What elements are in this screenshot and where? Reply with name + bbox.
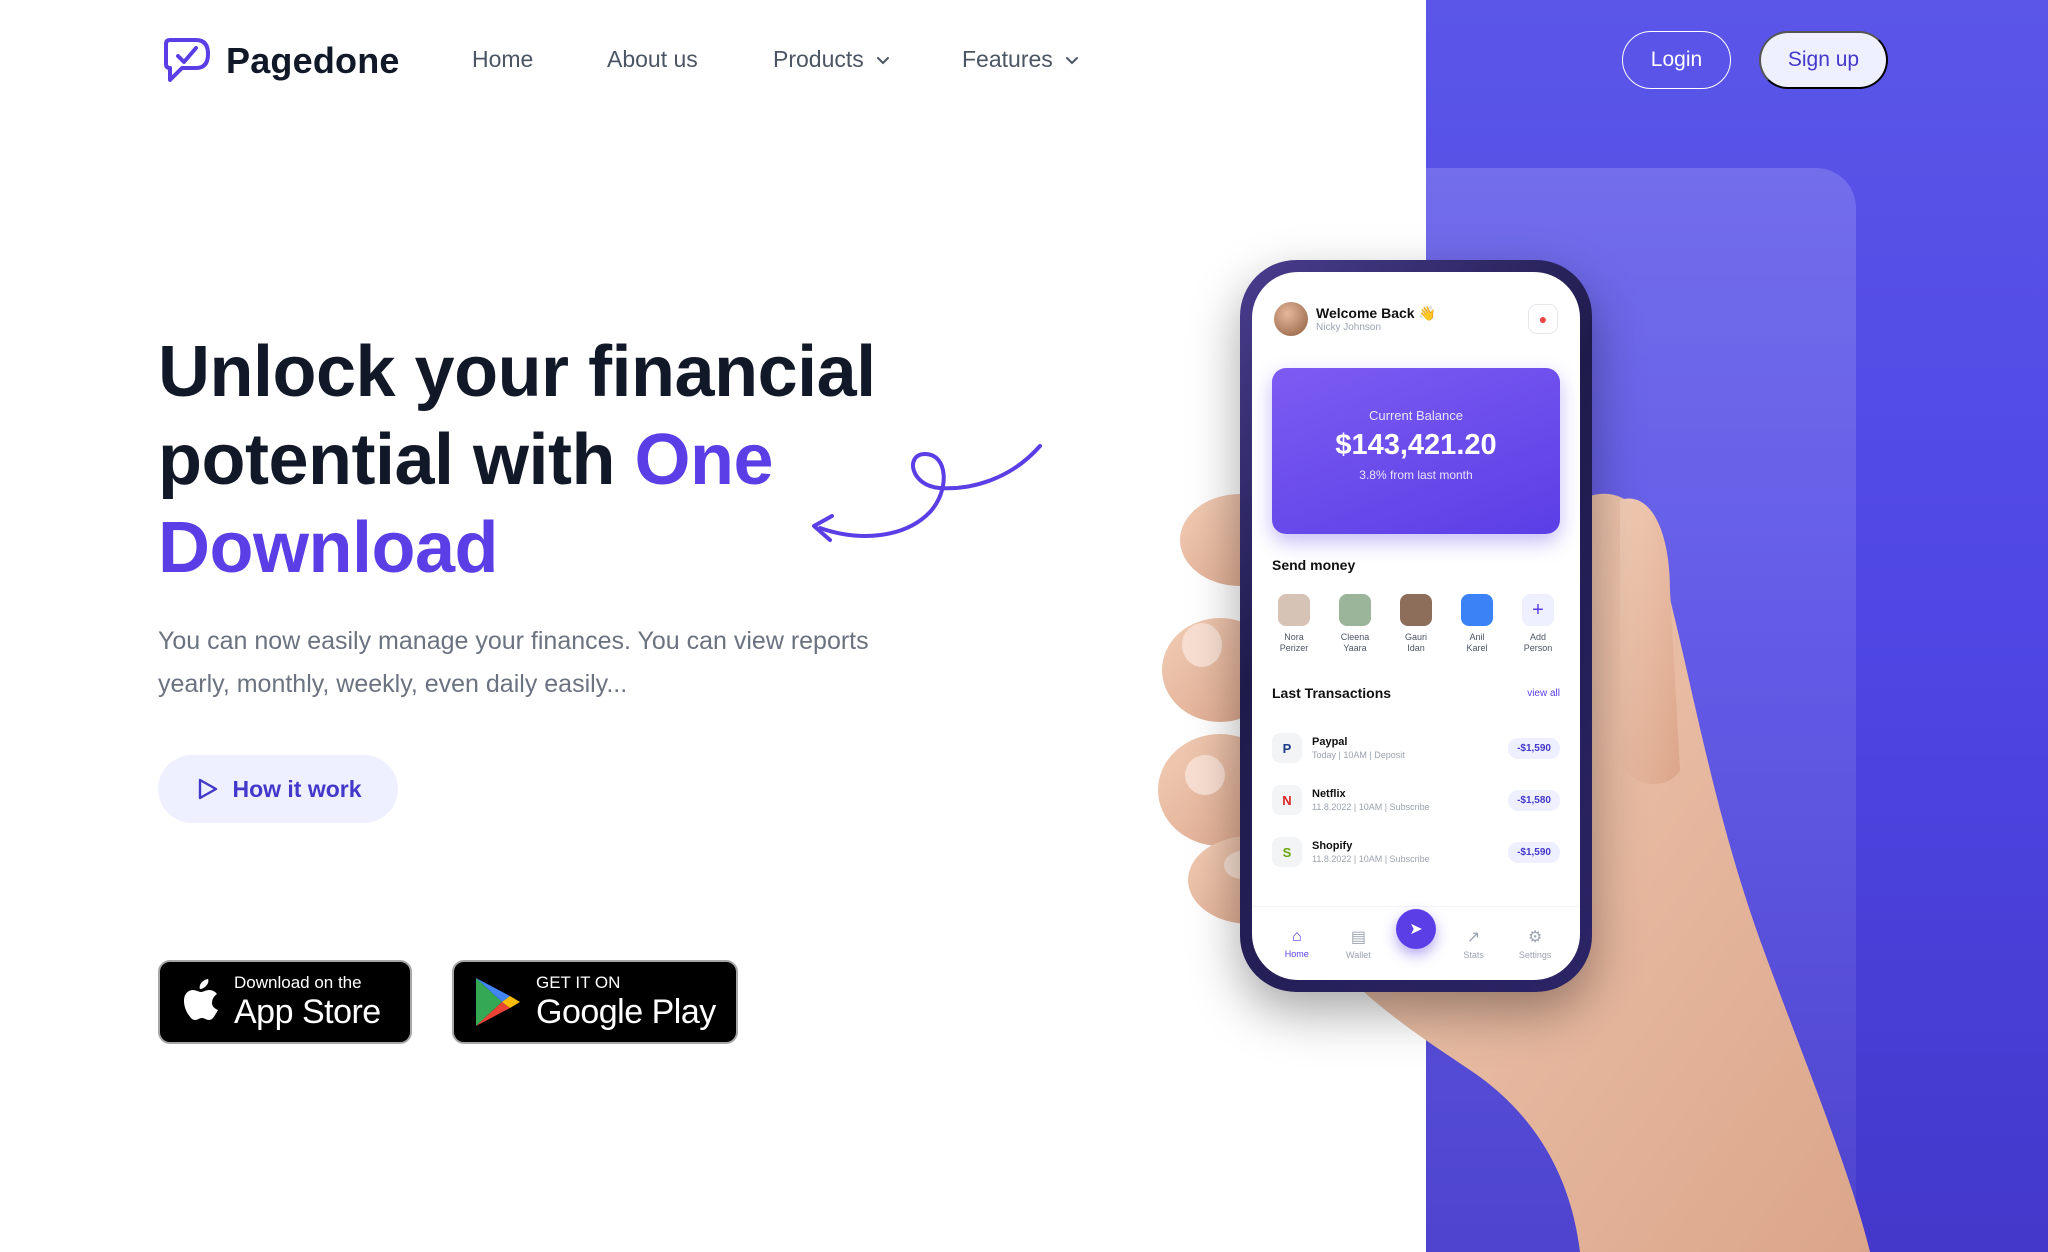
person-cleena[interactable]: Cleena Yaara xyxy=(1331,594,1379,654)
hero-description: You can now easily manage your finances.… xyxy=(158,627,869,698)
stats-icon: ↗ xyxy=(1466,929,1481,946)
tab-wallet-label: Wallet xyxy=(1346,950,1371,960)
person-last-name: Idan xyxy=(1407,643,1425,653)
nav-features[interactable]: Features xyxy=(962,46,1081,73)
transaction-amount: -$1,580 xyxy=(1508,789,1560,811)
person-gauri[interactable]: Gauri Idan xyxy=(1392,594,1440,654)
signup-button[interactable]: Sign up xyxy=(1759,31,1888,89)
home-icon: ⌂ xyxy=(1291,928,1302,945)
google-play-icon xyxy=(476,978,520,1026)
transaction-row[interactable]: P Paypal Today | 10AM | Deposit -$1,590 xyxy=(1272,722,1560,774)
transaction-meta: Today | 10AM | Deposit xyxy=(1312,750,1405,760)
transaction-name: Netflix xyxy=(1312,788,1346,800)
hero-title-accent-one: One xyxy=(634,420,773,500)
person-last-name: Perizer xyxy=(1279,643,1309,653)
google-play-small-text: GET IT ON xyxy=(536,973,621,992)
nav-about[interactable]: About us xyxy=(607,46,698,73)
nav-features-label: Features xyxy=(962,46,1053,72)
person-last-name: Yaara xyxy=(1343,643,1367,653)
person-avatar xyxy=(1339,594,1371,626)
tab-home[interactable]: ⌂ Home xyxy=(1273,928,1321,959)
tab-stats[interactable]: ↗ Stats xyxy=(1450,927,1498,960)
login-button[interactable]: Login xyxy=(1622,31,1731,89)
send-money-title: Send money xyxy=(1272,557,1356,573)
tab-settings[interactable]: ⚙ Settings xyxy=(1511,927,1559,960)
nav-about-label: About us xyxy=(607,46,698,72)
tab-wallet[interactable]: ▤ Wallet xyxy=(1334,927,1382,960)
add-person-first: Add xyxy=(1529,632,1546,642)
add-person-button[interactable]: + Add Person xyxy=(1514,594,1562,654)
shopify-icon: S xyxy=(1272,837,1302,867)
chevron-down-icon xyxy=(876,56,889,64)
app-store-big-text: App Store xyxy=(234,993,381,1031)
how-it-works-button[interactable]: How it work xyxy=(158,755,398,823)
balance-change: 3.8% from last month xyxy=(1359,468,1473,482)
gear-icon: ⚙ xyxy=(1528,929,1543,946)
phone-screen: Welcome Back 👋 Nicky Johnson ● Current B… xyxy=(1252,272,1580,980)
person-last-name: Karel xyxy=(1466,643,1488,653)
paypal-icon: P xyxy=(1272,733,1302,763)
balance-label: Current Balance xyxy=(1369,408,1463,423)
person-first-name: Gauri xyxy=(1404,632,1427,642)
play-icon xyxy=(199,778,218,800)
transaction-name: Paypal xyxy=(1312,736,1348,748)
chevron-down-icon xyxy=(1065,56,1078,64)
person-first-name: Cleena xyxy=(1340,632,1370,642)
person-avatar xyxy=(1278,594,1310,626)
apple-icon xyxy=(184,979,218,1020)
phone-user-name: Nicky Johnson xyxy=(1316,322,1382,333)
logo-icon xyxy=(164,38,210,82)
app-store-small-text: Download on the xyxy=(234,973,362,992)
nav-products[interactable]: Products xyxy=(773,46,892,73)
nav-home-label: Home xyxy=(472,46,534,72)
balance-card: Current Balance $143,421.20 3.8% from la… xyxy=(1272,368,1560,534)
person-first-name: Nora xyxy=(1284,632,1304,642)
send-icon: ➤ xyxy=(1409,920,1423,938)
plus-icon: + xyxy=(1522,594,1554,626)
nav-home[interactable]: Home xyxy=(472,46,533,73)
add-person-last: Person xyxy=(1523,643,1553,653)
hero-title-line2: potential with xyxy=(158,420,635,500)
transaction-row[interactable]: S Shopify 11.8.2022 | 10AM | Subscribe -… xyxy=(1272,826,1560,878)
google-play-big-text: Google Play xyxy=(536,993,716,1031)
logo-text: Pagedone xyxy=(226,40,400,81)
send-money-people: Nora Perizer Cleena Yaara Gauri Idan Ani… xyxy=(1270,594,1562,654)
google-play-badge[interactable]: GET IT ON Google Play xyxy=(452,960,738,1044)
wallet-icon: ▤ xyxy=(1350,929,1366,946)
squiggle-arrow-decoration xyxy=(812,444,1042,542)
person-avatar xyxy=(1400,594,1432,626)
bell-icon[interactable]: ● xyxy=(1528,304,1558,334)
transactions-list: P Paypal Today | 10AM | Deposit -$1,590 … xyxy=(1272,722,1560,878)
netflix-icon: N xyxy=(1272,785,1302,815)
how-it-works-label: How it work xyxy=(232,775,362,802)
nav-products-label: Products xyxy=(773,46,864,72)
person-anil[interactable]: Anil Karel xyxy=(1453,594,1501,654)
person-avatar xyxy=(1461,594,1493,626)
tab-settings-label: Settings xyxy=(1518,950,1552,960)
last-transactions-title: Last Transactions xyxy=(1272,685,1392,701)
phone-header: Welcome Back 👋 Nicky Johnson ● xyxy=(1274,302,1558,336)
view-all-link[interactable]: view all xyxy=(1527,688,1560,699)
send-fab-button[interactable]: ➤ xyxy=(1395,908,1436,949)
avatar xyxy=(1274,302,1308,336)
hero-title-accent-download: Download xyxy=(158,508,498,588)
tab-home-label: Home xyxy=(1284,949,1309,959)
transaction-name: Shopify xyxy=(1312,840,1353,852)
person-first-name: Anil xyxy=(1469,632,1485,642)
phone-welcome-text: Welcome Back 👋 xyxy=(1316,305,1436,321)
transaction-amount: -$1,590 xyxy=(1508,737,1560,759)
transaction-meta: 11.8.2022 | 10AM | Subscribe xyxy=(1312,854,1430,864)
hero-title-line1: Unlock your financial xyxy=(158,332,876,412)
phone-mockup: Welcome Back 👋 Nicky Johnson ● Current B… xyxy=(1240,260,1592,992)
phone-tab-bar: ⌂ Home ▤ Wallet ➤ ↗ Stats ⚙ Settings xyxy=(1252,906,1580,980)
tab-stats-label: Stats xyxy=(1463,950,1484,960)
person-nora[interactable]: Nora Perizer xyxy=(1270,594,1318,654)
app-store-badge[interactable]: Download on the App Store xyxy=(158,960,412,1044)
balance-amount: $143,421.20 xyxy=(1335,429,1497,461)
logo[interactable]: Pagedone xyxy=(160,36,400,86)
transaction-meta: 11.8.2022 | 10AM | Subscribe xyxy=(1312,802,1430,812)
transaction-amount: -$1,590 xyxy=(1508,841,1560,863)
transaction-row[interactable]: N Netflix 11.8.2022 | 10AM | Subscribe -… xyxy=(1272,774,1560,826)
